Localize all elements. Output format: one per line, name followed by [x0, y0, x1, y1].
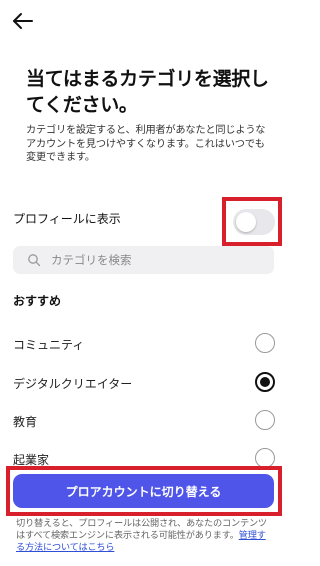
category-option-community[interactable]: コミュニティ: [0, 327, 288, 361]
category-option-digital-creator[interactable]: デジタルクリエイター: [0, 366, 288, 400]
radio-button[interactable]: [255, 410, 275, 430]
toggle-knob: [236, 212, 256, 232]
profile-display-label: プロフィールに表示: [13, 212, 121, 226]
back-arrow-icon[interactable]: [10, 8, 36, 34]
profile-display-toggle[interactable]: [233, 209, 275, 235]
radio-button[interactable]: [255, 333, 275, 353]
page-title: 当てはまるカテゴリを選択してください。: [26, 68, 269, 116]
search-input[interactable]: [51, 246, 266, 274]
option-label: デジタルクリエイター: [13, 377, 133, 391]
category-search[interactable]: [13, 246, 274, 274]
recommended-section-title: おすすめ: [13, 294, 62, 308]
radio-button-selected[interactable]: [255, 372, 275, 392]
radio-button[interactable]: [255, 448, 275, 468]
footnote: 切り替えると、プロフィールは公開され、あなたのコンテンツはすべて検索エンジンに表…: [16, 518, 274, 554]
search-icon: [28, 254, 41, 267]
page-description: カテゴリを設定すると、利用者があなたと同じようなアカウントを見つけやすくなります…: [26, 125, 266, 163]
option-label: コミュニティ: [13, 338, 85, 352]
footnote-text: 切り替えると、プロフィールは公開され、あなたのコンテンツはすべて検索エンジンに表…: [16, 518, 267, 541]
category-option-education[interactable]: 教育: [0, 404, 288, 438]
switch-to-pro-account-button[interactable]: プロアカウントに切り替える: [13, 474, 274, 508]
option-label: 教育: [13, 415, 38, 429]
